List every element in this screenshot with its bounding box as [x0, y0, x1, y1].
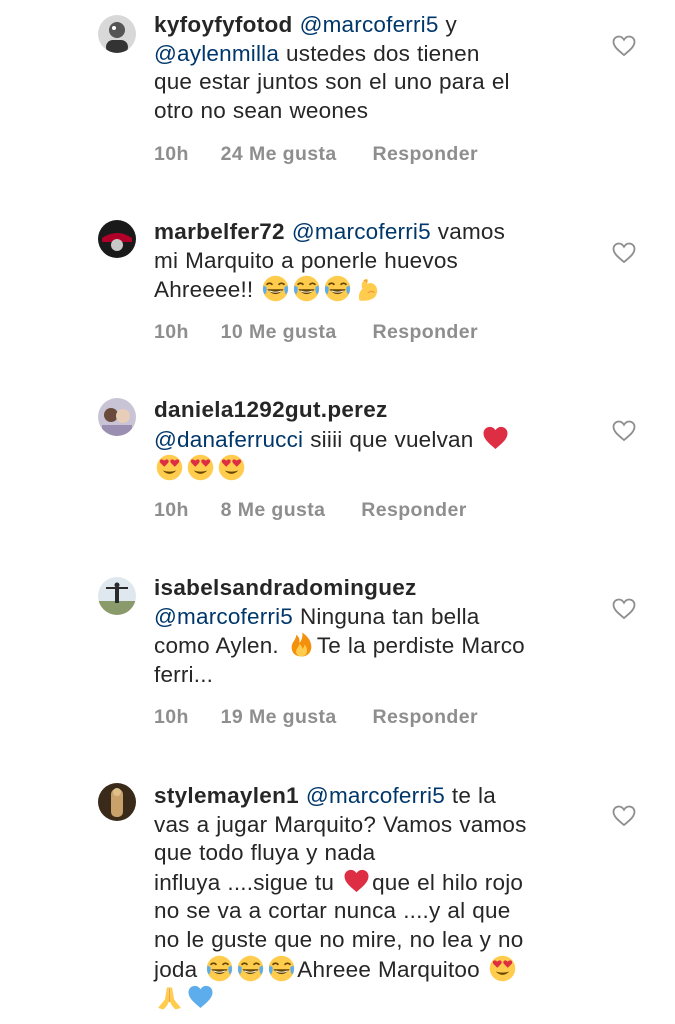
mention-link[interactable]: @marcoferri5	[300, 12, 439, 37]
comment-text: isabelsandradominguez @marcoferri5 Ningu…	[154, 575, 525, 687]
comment-username[interactable]: kyfoyfyfotod	[154, 12, 293, 37]
comment-meta: 10h 10 Me gusta Responder	[154, 321, 478, 344]
like-heart-icon[interactable]	[612, 805, 636, 827]
comment-meta: 10h 8 Me gusta Responder	[154, 499, 467, 522]
tears-of-joy-emoji-icon	[237, 955, 264, 982]
likes-count[interactable]: 8 Me gusta	[221, 499, 326, 522]
comment-username[interactable]: stylemaylen1	[154, 783, 299, 808]
heart-eyes-emoji-icon	[187, 454, 214, 481]
red-heart-emoji-icon	[482, 425, 509, 452]
comment-meta: 10h 24 Me gusta Responder	[154, 143, 478, 166]
blue-heart-emoji-icon	[187, 984, 214, 1011]
likes-count[interactable]: 19 Me gusta	[221, 706, 337, 729]
tears-of-joy-emoji-icon	[293, 275, 320, 302]
comment-username[interactable]: marbelfer72	[154, 219, 285, 244]
avatar[interactable]	[98, 577, 136, 615]
mention-link[interactable]: @marcoferri5	[306, 783, 445, 808]
red-heart-emoji-icon	[343, 868, 370, 895]
tears-of-joy-emoji-icon	[262, 275, 289, 302]
avatar[interactable]	[98, 220, 136, 258]
reply-button[interactable]: Responder	[361, 499, 466, 522]
comment-time: 10h	[154, 321, 189, 343]
comment-username[interactable]: daniela1292gut.perez	[154, 397, 388, 422]
comment-text: stylemaylen1 @marcoferri5 te la vas a ju…	[154, 782, 594, 1014]
like-heart-icon[interactable]	[612, 242, 636, 264]
mention-link[interactable]: @marcoferri5	[154, 604, 293, 629]
avatar[interactable]	[98, 398, 136, 436]
like-heart-icon[interactable]	[612, 420, 636, 442]
likes-count[interactable]: 24 Me gusta	[221, 143, 337, 166]
mention-link[interactable]: @aylenmilla	[154, 41, 279, 66]
folded-hands-emoji-icon	[156, 984, 183, 1011]
mention-link[interactable]: @marcoferri5	[292, 219, 431, 244]
reply-button[interactable]: Responder	[373, 143, 478, 166]
flexed-biceps-emoji-icon	[355, 275, 382, 302]
like-heart-icon[interactable]	[612, 598, 636, 620]
mention-link[interactable]: @danaferrucci	[154, 427, 303, 452]
tears-of-joy-emoji-icon	[206, 955, 233, 982]
tears-of-joy-emoji-icon	[268, 955, 295, 982]
likes-count[interactable]: 10 Me gusta	[221, 321, 337, 344]
comment-text: kyfoyfyfotod @marcoferri5 y @aylenmilla …	[154, 12, 510, 123]
avatar[interactable]	[98, 783, 136, 821]
fire-emoji-icon	[288, 631, 315, 658]
heart-eyes-emoji-icon	[218, 454, 245, 481]
comment-meta: 10h 19 Me gusta Responder	[154, 706, 478, 729]
comment-time: 10h	[154, 499, 189, 521]
heart-eyes-emoji-icon	[156, 454, 183, 481]
comment-time: 10h	[154, 706, 189, 728]
reply-button[interactable]: Responder	[373, 706, 478, 729]
comment-text: daniela1292gut.perez @danaferrucci siiii…	[154, 396, 594, 484]
avatar[interactable]	[98, 15, 136, 53]
tears-of-joy-emoji-icon	[324, 275, 351, 302]
comment-username[interactable]: isabelsandradominguez	[154, 575, 417, 600]
comment-text: marbelfer72 @marcoferri5 vamos mi Marqui…	[154, 219, 506, 303]
like-heart-icon[interactable]	[612, 35, 636, 57]
reply-button[interactable]: Responder	[373, 321, 478, 344]
heart-eyes-emoji-icon	[489, 955, 516, 982]
comment-time: 10h	[154, 143, 189, 165]
